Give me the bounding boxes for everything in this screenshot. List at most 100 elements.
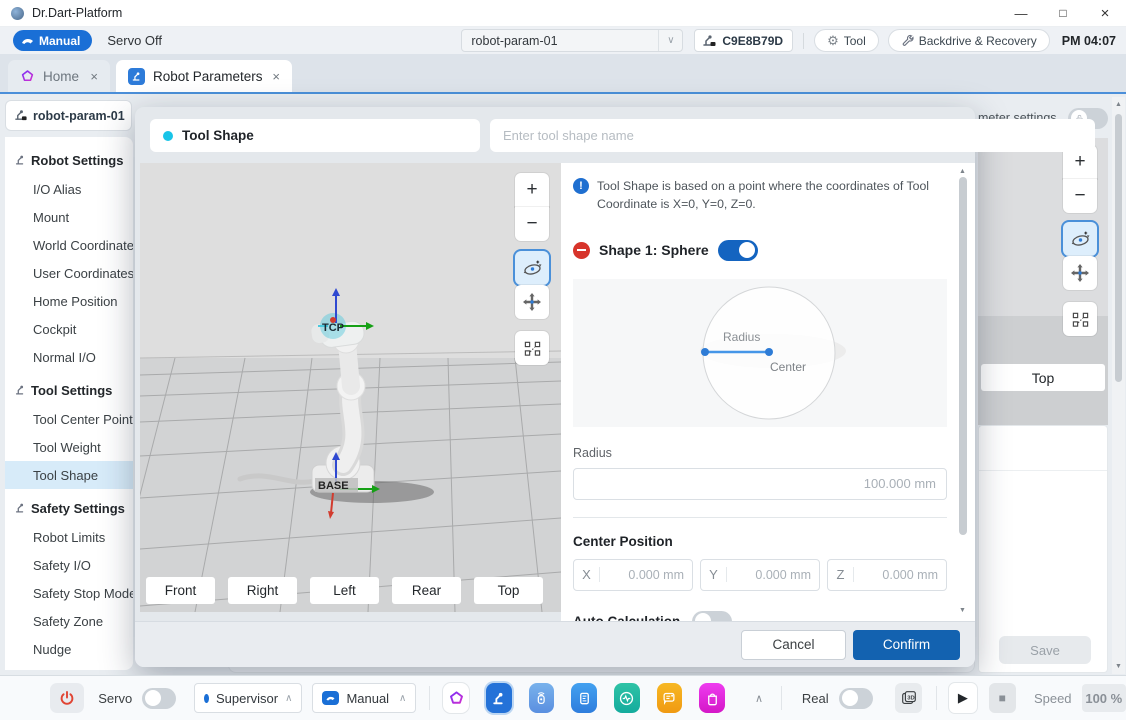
- cancel-button[interactable]: Cancel: [741, 630, 846, 660]
- scroll-down-icon[interactable]: ▼: [959, 607, 966, 614]
- robot-icon: [14, 502, 26, 514]
- 3d-view-button[interactable]: 3D: [895, 683, 922, 713]
- bg-orbit-button[interactable]: [1063, 222, 1097, 256]
- radius-input[interactable]: [573, 468, 947, 500]
- panel-scrollbar-thumb[interactable]: [959, 177, 967, 535]
- backdrive-label: Backdrive & Recovery: [919, 34, 1037, 48]
- role-dropdown[interactable]: Supervisor ∧: [194, 683, 302, 713]
- view-right-button[interactable]: Right: [228, 577, 297, 604]
- sidebar-item-normal-io[interactable]: Normal I/O: [5, 343, 133, 371]
- tab-home-close-icon[interactable]: ×: [90, 69, 98, 84]
- app-task-icon[interactable]: [571, 683, 597, 713]
- app-log-icon[interactable]: [657, 683, 683, 713]
- sidebar-item-cockpit[interactable]: Cockpit: [5, 315, 133, 343]
- power-button[interactable]: [50, 683, 84, 713]
- sidebar-item-io-alias[interactable]: I/O Alias: [5, 175, 133, 203]
- real-toggle[interactable]: [839, 688, 873, 709]
- bg-view-top-button[interactable]: Top: [981, 364, 1105, 391]
- confirm-button[interactable]: Confirm: [853, 630, 960, 660]
- app-store-icon[interactable]: [699, 683, 725, 713]
- tool-shape-name-input[interactable]: [490, 119, 1095, 152]
- modal-3d-viewport[interactable]: TCP BASE + −: [140, 163, 561, 612]
- measure-button[interactable]: [515, 331, 549, 365]
- controller-id-badge[interactable]: C9E8B79D: [694, 29, 793, 52]
- shape-enable-toggle[interactable]: [718, 240, 758, 261]
- bottom-bar-divider: [936, 686, 937, 710]
- speed-value[interactable]: 100 %: [1082, 684, 1126, 712]
- center-y-field[interactable]: Y 0.000 mm: [700, 559, 820, 591]
- sidebar-item-safety-zone[interactable]: Safety Zone: [5, 607, 133, 635]
- main-scrollbar-thumb[interactable]: [1115, 114, 1122, 382]
- scroll-up-icon[interactable]: ▲: [959, 168, 966, 175]
- sidebar-param-name: robot-param-01: [33, 109, 125, 123]
- speed-label: Speed: [1034, 691, 1072, 706]
- sidebar-item-safety-stop-modes[interactable]: Safety Stop Modes: [5, 579, 133, 607]
- bg-measure-button[interactable]: [1063, 302, 1097, 336]
- mode-dropdown[interactable]: Manual ∧: [312, 683, 416, 713]
- bg-zoom-out-button[interactable]: −: [1063, 179, 1097, 213]
- scroll-up-icon[interactable]: ▲: [1115, 101, 1122, 108]
- sidebar-item-tool-shape[interactable]: Tool Shape: [5, 461, 133, 489]
- center-x-field[interactable]: X 0.000 mm: [573, 559, 693, 591]
- main-scrollbar[interactable]: ▲ ▼: [1112, 97, 1125, 674]
- manual-mode-button[interactable]: Manual: [13, 30, 92, 51]
- section-divider: [573, 517, 947, 518]
- view-top-button[interactable]: Top: [474, 577, 543, 604]
- gear-icon: ⚙: [827, 33, 839, 49]
- auto-calculation-toggle[interactable]: [692, 611, 732, 621]
- play-button[interactable]: ▶: [949, 683, 976, 713]
- sidebar-item-world-coordinates[interactable]: World Coordinates: [5, 231, 133, 259]
- diagram-radius-label: Radius: [723, 330, 760, 344]
- robot-param-select[interactable]: robot-param-01 ∨: [461, 29, 683, 52]
- real-label: Real: [802, 691, 829, 706]
- app-robot-params-icon[interactable]: [486, 683, 512, 713]
- sidebar-nav: Robot Settings I/O Alias Mount World Coo…: [5, 137, 133, 670]
- sidebar-item-tool-weight[interactable]: Tool Weight: [5, 433, 133, 461]
- close-button[interactable]: ×: [1084, 0, 1126, 26]
- zoom-in-button[interactable]: +: [515, 173, 549, 207]
- bg-pan-button[interactable]: [1063, 256, 1097, 290]
- measure-icon: [523, 339, 542, 358]
- chevron-up-icon: ∧: [285, 693, 292, 704]
- zoom-out-button[interactable]: −: [515, 207, 549, 241]
- app-pendant-icon[interactable]: [529, 683, 555, 713]
- background-panel: Save: [978, 425, 1108, 673]
- maximize-button[interactable]: □: [1042, 0, 1084, 26]
- orbit-button[interactable]: [515, 251, 549, 285]
- app-logo-icon: [11, 7, 24, 20]
- pan-button[interactable]: [515, 285, 549, 319]
- panel-scrollbar[interactable]: ▲ ▼: [956, 165, 969, 617]
- sidebar-item-mount[interactable]: Mount: [5, 203, 133, 231]
- stop-button[interactable]: ■: [989, 683, 1016, 713]
- app-home-icon[interactable]: [443, 683, 469, 713]
- app-monitoring-icon[interactable]: [614, 683, 640, 713]
- view-rear-button[interactable]: Rear: [392, 577, 461, 604]
- backdrive-recovery-button[interactable]: Backdrive & Recovery: [888, 29, 1050, 52]
- view-front-button[interactable]: Front: [146, 577, 215, 604]
- view-left-button[interactable]: Left: [310, 577, 379, 604]
- tab-home[interactable]: Home ×: [8, 60, 110, 92]
- svg-text:TCP: TCP: [322, 322, 344, 334]
- sidebar-item-safety-io[interactable]: Safety I/O: [5, 551, 133, 579]
- tab-robot-parameters-close-icon[interactable]: ×: [272, 69, 280, 84]
- minimize-button[interactable]: —: [1000, 0, 1042, 26]
- tab-robot-parameters[interactable]: Robot Parameters ×: [116, 60, 292, 92]
- pan-icon: [1070, 263, 1090, 283]
- servo-toggle[interactable]: [142, 688, 176, 709]
- remove-shape-icon[interactable]: [573, 242, 590, 259]
- sidebar-item-nudge[interactable]: Nudge: [5, 635, 133, 663]
- sidebar-item-user-coordinates[interactable]: User Coordinates: [5, 259, 133, 287]
- sidebar-item-tool-center-point[interactable]: Tool Center Point: [5, 405, 133, 433]
- servo-status-text: Servo Off: [107, 33, 162, 48]
- apps-collapse-chevron-icon[interactable]: ∧: [755, 692, 763, 705]
- sidebar-item-robot-limits[interactable]: Robot Limits: [5, 523, 133, 551]
- center-z-field[interactable]: Z 0.000 mm: [827, 559, 947, 591]
- measure-icon: [1071, 310, 1090, 329]
- sidebar-item-home-position[interactable]: Home Position: [5, 287, 133, 315]
- shape-settings-panel: ! Tool Shape is based on a point where t…: [561, 163, 975, 621]
- sidebar-param-header[interactable]: robot-param-01: [5, 100, 132, 131]
- 3d-icon: 3D: [900, 689, 918, 707]
- save-button[interactable]: Save: [999, 636, 1091, 664]
- scroll-down-icon[interactable]: ▼: [1115, 663, 1122, 670]
- tool-button[interactable]: ⚙ Tool: [814, 29, 879, 52]
